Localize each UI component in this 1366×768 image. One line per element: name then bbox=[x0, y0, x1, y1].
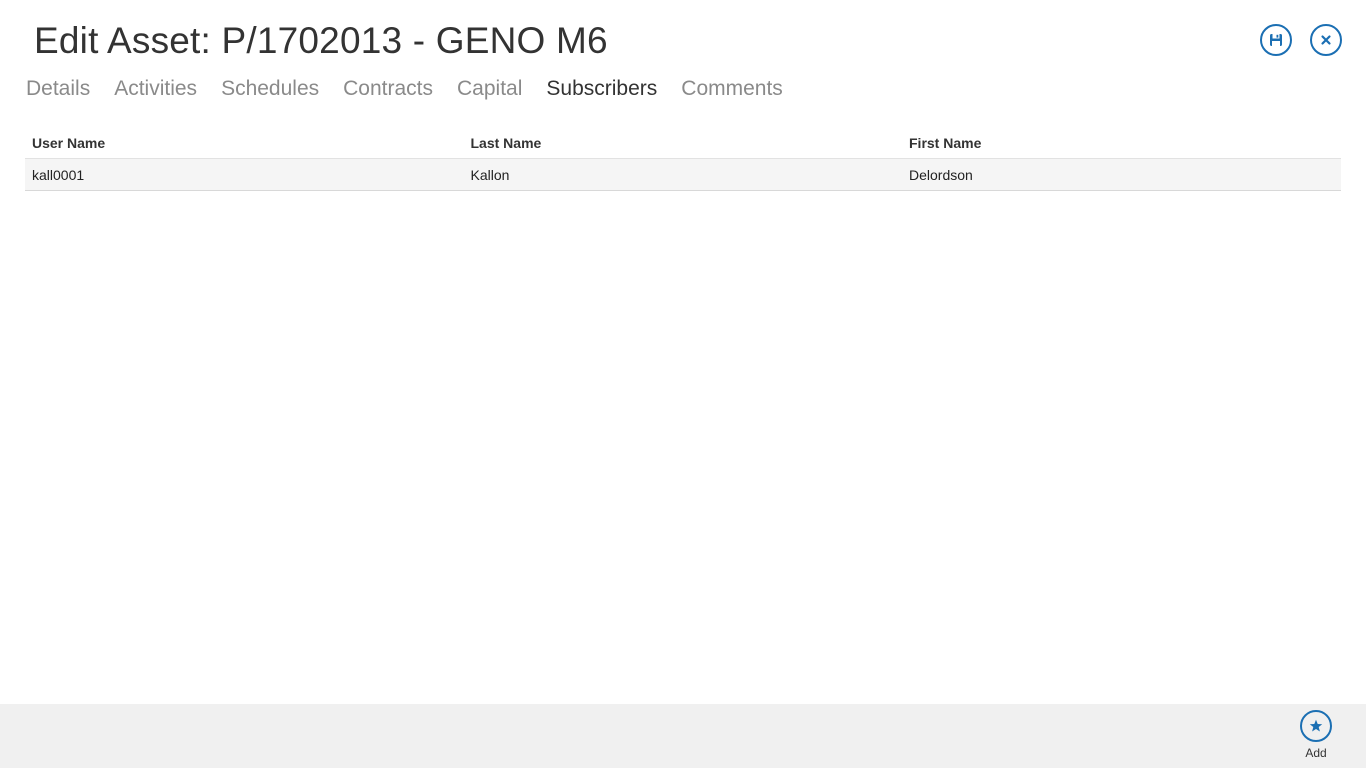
app-bar: Add bbox=[0, 704, 1366, 768]
tab-comments[interactable]: Comments bbox=[681, 72, 783, 106]
table-header: User Name Last Name First Name bbox=[25, 127, 1341, 159]
add-button-circle[interactable] bbox=[1300, 710, 1332, 742]
save-icon bbox=[1270, 34, 1282, 46]
header-actions bbox=[1260, 24, 1342, 56]
tab-contracts[interactable]: Contracts bbox=[343, 72, 433, 106]
column-header-last-name[interactable]: Last Name bbox=[464, 135, 903, 151]
tab-details[interactable]: Details bbox=[26, 72, 90, 106]
close-icon bbox=[1321, 35, 1331, 45]
column-header-user-name[interactable]: User Name bbox=[25, 135, 464, 151]
close-button[interactable] bbox=[1310, 24, 1342, 56]
subscribers-table: User Name Last Name First Name kall0001 … bbox=[25, 127, 1341, 191]
tab-schedules[interactable]: Schedules bbox=[221, 72, 319, 106]
add-button[interactable]: Add bbox=[1296, 710, 1336, 760]
tab-subscribers[interactable]: Subscribers bbox=[546, 72, 657, 106]
star-icon bbox=[1309, 719, 1323, 732]
cell-user-name: kall0001 bbox=[32, 166, 85, 183]
cell-first-name: Delordson bbox=[909, 166, 973, 183]
save-button[interactable] bbox=[1260, 24, 1292, 56]
table-row[interactable]: kall0001 Kallon Delordson bbox=[25, 159, 1341, 191]
cell-last-name: Kallon bbox=[470, 166, 510, 183]
add-button-label: Add bbox=[1305, 746, 1327, 760]
edit-asset-page: Edit Asset: P/1702013 - GENO M6 Details … bbox=[0, 0, 1366, 768]
tab-capital[interactable]: Capital bbox=[457, 72, 522, 106]
tab-bar: Details Activities Schedules Contracts C… bbox=[26, 72, 783, 106]
column-header-first-name[interactable]: First Name bbox=[902, 135, 1341, 151]
tab-activities[interactable]: Activities bbox=[114, 72, 197, 106]
page-title: Edit Asset: P/1702013 - GENO M6 bbox=[34, 20, 608, 61]
